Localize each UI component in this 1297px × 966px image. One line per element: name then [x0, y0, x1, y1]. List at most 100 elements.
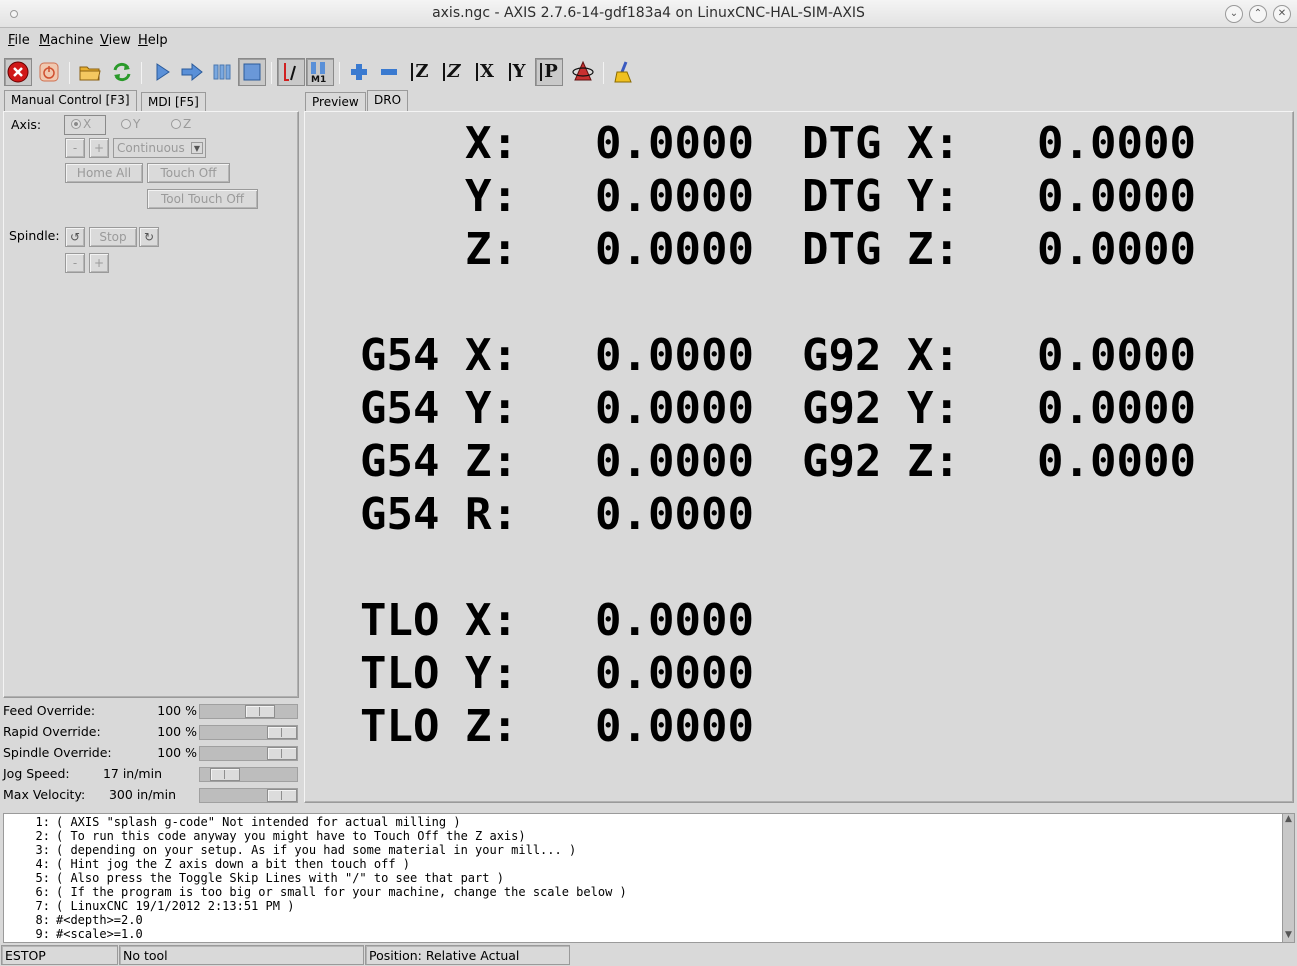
- gcode-line[interactable]: 4: ( Hint jog the Z axis down a bit then …: [4, 857, 1282, 871]
- slider-thumb[interactable]: [267, 789, 297, 802]
- machine-power-button[interactable]: [35, 58, 63, 86]
- minimize-icon[interactable]: ⌄: [1225, 5, 1243, 23]
- open-file-button[interactable]: [76, 58, 104, 86]
- line-number: 3:: [35, 843, 50, 857]
- dro-value: 0.0000: [595, 118, 754, 169]
- toggle-skip-lines-button[interactable]: [277, 58, 305, 86]
- slider-thumb[interactable]: [267, 726, 297, 739]
- scroll-up-icon[interactable]: ▲: [1283, 814, 1294, 826]
- view-perspective-button[interactable]: P: [535, 58, 563, 86]
- estop-icon: [7, 61, 29, 83]
- gcode-line[interactable]: 7: ( LinuxCNC 19/1/2012 2:13:51 PM ): [4, 899, 1282, 913]
- dro-axis-label: X:: [465, 595, 518, 646]
- tab-dro[interactable]: DRO: [367, 90, 409, 112]
- dro-value: 0.0000: [1037, 383, 1196, 434]
- line-text: ( LinuxCNC 19/1/2012 2:13:51 PM ): [56, 899, 295, 913]
- feed-override-label: Feed Override:: [3, 703, 96, 718]
- optional-stop-button[interactable]: M1: [306, 58, 334, 86]
- line-number: 2:: [35, 829, 50, 843]
- maximize-icon[interactable]: ⌃: [1249, 5, 1267, 23]
- svg-text:M1: M1: [311, 75, 326, 84]
- gcode-listing[interactable]: 1: ( AXIS "splash g-code" Not intended fo…: [3, 813, 1283, 943]
- gcode-line[interactable]: 1: ( AXIS "splash g-code" Not intended fo…: [4, 815, 1282, 829]
- spindle-override-slider[interactable]: [199, 746, 298, 761]
- broom-icon: [614, 61, 632, 83]
- rapid-override-slider[interactable]: [199, 725, 298, 740]
- spindle-faster-button[interactable]: +: [89, 253, 109, 273]
- scroll-down-icon[interactable]: ▼: [1283, 930, 1294, 942]
- view-y-icon: Y: [508, 63, 525, 81]
- estop-button[interactable]: [4, 58, 32, 86]
- axis-x-radio[interactable]: X: [71, 117, 91, 131]
- view-x-button[interactable]: X: [471, 58, 499, 86]
- slider-thumb[interactable]: [245, 705, 275, 718]
- spindle-forward-button[interactable]: ↻: [139, 227, 159, 247]
- jog-increment-select[interactable]: Continuous ▼: [113, 138, 206, 158]
- spindle-slower-button[interactable]: -: [65, 253, 85, 273]
- zoom-in-button[interactable]: [345, 58, 373, 86]
- menu-help[interactable]: Help: [138, 33, 168, 48]
- jog-speed-slider[interactable]: [199, 767, 298, 782]
- feed-override-slider[interactable]: [199, 704, 298, 719]
- gcode-scrollbar[interactable]: ▲ ▼: [1282, 813, 1295, 943]
- gcode-line[interactable]: 3: ( depending on your setup. As if you h…: [4, 843, 1282, 857]
- line-number: 8:: [35, 913, 50, 927]
- view-p-icon: P: [540, 63, 558, 81]
- window-title: axis.ngc - AXIS 2.7.6-14-gdf183a4 on Lin…: [432, 5, 865, 21]
- gcode-line[interactable]: 5: ( Also press the Toggle Skip Lines wit…: [4, 871, 1282, 885]
- spindle-reverse-button[interactable]: ↺: [65, 227, 85, 247]
- gcode-line[interactable]: 9: #<scale>=1.0: [4, 927, 1282, 941]
- tab-manual-control[interactable]: Manual Control [F3]: [4, 90, 137, 112]
- pause-button[interactable]: [208, 58, 236, 86]
- dro-prefix: G54: [360, 436, 440, 487]
- view-z-rotated-button[interactable]: Z: [438, 58, 466, 86]
- step-button[interactable]: [178, 58, 206, 86]
- line-number: 7:: [35, 899, 50, 913]
- menu-machine[interactable]: Machine: [39, 33, 93, 48]
- dro-axis-label: Y:: [907, 383, 960, 434]
- reload-button[interactable]: [108, 58, 136, 86]
- tab-preview[interactable]: Preview: [305, 92, 366, 112]
- touch-off-button[interactable]: Touch Off: [147, 163, 230, 183]
- menu-view[interactable]: View: [100, 33, 131, 48]
- max-velocity-slider[interactable]: [199, 788, 298, 803]
- home-all-button[interactable]: Home All: [65, 163, 143, 183]
- gcode-line[interactable]: 2: ( To run this code anyway you might ha…: [4, 829, 1282, 843]
- view-z-button[interactable]: Z: [406, 58, 434, 86]
- folder-icon: [79, 66, 101, 81]
- rotate-view-button[interactable]: [569, 58, 597, 86]
- jog-minus-button[interactable]: -: [65, 138, 85, 158]
- dro-prefix: G92: [802, 330, 882, 381]
- dro-value: 0.0000: [1037, 118, 1196, 169]
- status-bar: ESTOP No tool Position: Relative Actual: [0, 944, 1297, 966]
- spindle-stop-button[interactable]: Stop: [89, 227, 137, 247]
- close-icon[interactable]: ✕: [1273, 5, 1291, 23]
- line-text: #<scale>=1.0: [56, 927, 143, 941]
- line-number: 1:: [35, 815, 50, 829]
- stop-button[interactable]: [238, 58, 266, 86]
- tab-mdi[interactable]: MDI [F5]: [141, 92, 206, 112]
- dro-prefix: G92: [802, 383, 882, 434]
- gcode-line[interactable]: 6: ( If the program is too big or small f…: [4, 885, 1282, 899]
- slider-thumb[interactable]: [267, 747, 297, 760]
- reload-icon: [113, 62, 131, 82]
- view-y-button[interactable]: Y: [503, 58, 531, 86]
- menu-file[interactable]: File: [8, 33, 30, 48]
- tool-touch-off-button[interactable]: Tool Touch Off: [147, 189, 258, 209]
- menu-bar: File Machine View Help: [0, 29, 1297, 53]
- axis-z-radio[interactable]: Z: [171, 117, 191, 131]
- dro-axis-label: X:: [907, 118, 960, 169]
- zoom-out-button[interactable]: [375, 58, 403, 86]
- jog-plus-button[interactable]: +: [89, 138, 109, 158]
- step-icon: [181, 62, 203, 82]
- pause-icon: [213, 64, 231, 80]
- axis-y-radio[interactable]: Y: [121, 117, 140, 131]
- slider-thumb[interactable]: [210, 768, 240, 781]
- clear-plot-button[interactable]: [610, 58, 638, 86]
- dro-axis-label: Y:: [465, 383, 518, 434]
- dro-prefix: TLO: [360, 701, 440, 752]
- rapid-override-value: 100 %: [157, 724, 197, 739]
- dro-value: 0.0000: [595, 489, 754, 540]
- run-button[interactable]: [148, 58, 176, 86]
- gcode-line[interactable]: 8: #<depth>=2.0: [4, 913, 1282, 927]
